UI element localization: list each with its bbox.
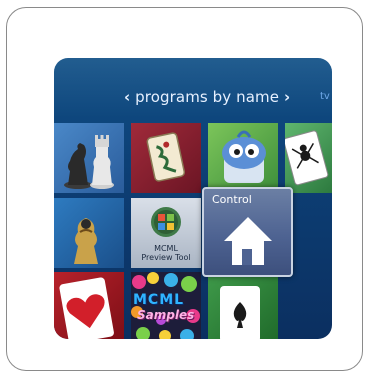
tile-spider-solitaire[interactable] [285, 123, 332, 193]
game-piece-icon [74, 218, 98, 264]
preview-tool-line2: Preview Tool [141, 253, 191, 262]
samples-line2: Samples [137, 308, 195, 322]
nav-prev-arrow[interactable]: ‹ [124, 88, 130, 106]
nav-next-section[interactable]: tv + [320, 91, 332, 102]
programs-nav-header: ‹ programs by name › [124, 88, 290, 106]
remote-control-popup[interactable]: Control [202, 187, 293, 277]
media-center-screen: ‹ programs by name › tv + [54, 58, 332, 339]
windows-logo-icon [151, 207, 181, 237]
chess-pieces-icon [64, 135, 114, 189]
tile-solitaire[interactable] [208, 272, 278, 339]
home-icon [224, 217, 272, 265]
tile-mahjong-titans[interactable] [131, 123, 201, 193]
samples-line1: MCML [133, 292, 185, 308]
mahjong-tile-icon [146, 132, 186, 182]
tile-chess-titans[interactable] [54, 123, 124, 193]
nav-next-arrow[interactable]: › [284, 88, 290, 106]
device-frame: ‹ programs by name › tv + [6, 7, 363, 371]
solitaire-card-icon [220, 286, 260, 339]
tile-mcml-samples[interactable]: MCML Samples [131, 272, 201, 339]
hearts-card-icon [59, 277, 114, 339]
purble-character-icon [222, 130, 266, 183]
spider-card-icon [285, 130, 329, 186]
tile-chess-pawn-game[interactable] [54, 198, 124, 268]
preview-tool-line1: MCML [154, 244, 178, 253]
tile-hearts[interactable] [54, 272, 124, 339]
tile-purble-place[interactable] [208, 123, 278, 193]
nav-title: programs by name [135, 88, 280, 106]
tile-mcml-preview-tool[interactable]: MCML Preview Tool [131, 198, 201, 268]
